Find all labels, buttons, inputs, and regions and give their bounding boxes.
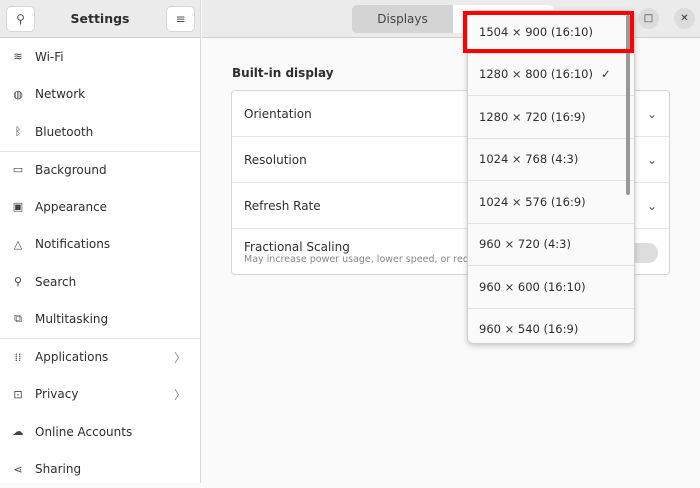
sidebar-item-search[interactable]: ⚲ Search (0, 263, 200, 301)
row-label: Fractional Scaling (244, 240, 350, 254)
hamburger-icon: ≡ (175, 12, 185, 26)
sidebar-item-multitasking[interactable]: ⧉ Multitasking (0, 301, 200, 339)
sidebar-item-applications[interactable]: ⁞⁞ Applications 〉 (0, 338, 200, 376)
maximize-button[interactable]: □ (638, 8, 659, 29)
resolution-option[interactable]: 1024 × 768 (4:3) (468, 139, 634, 182)
resolution-option[interactable]: 960 × 600 (16:10) (468, 266, 634, 309)
sidebar-item-appearance[interactable]: ▣ Appearance (0, 188, 200, 226)
multitasking-icon: ⧉ (11, 312, 25, 326)
sidebar-item-background[interactable]: ▭ Background (0, 151, 200, 189)
sidebar-item-online-accounts[interactable]: ☁ Online Accounts (0, 413, 200, 451)
cloud-icon: ☁ (11, 425, 25, 438)
resolution-option[interactable]: 960 × 720 (4:3) (468, 224, 634, 267)
option-label: 1024 × 576 (16:9) (479, 195, 586, 209)
tab-displays[interactable]: Displays (352, 5, 453, 33)
background-icon: ▭ (11, 163, 25, 176)
highlight-box (463, 11, 634, 53)
option-label: 1280 × 800 (16:10) (479, 67, 593, 81)
sidebar-item-label: Sharing (35, 462, 81, 476)
appearance-icon: ▣ (11, 200, 25, 213)
grid-icon: ⁞⁞ (11, 351, 25, 364)
bluetooth-icon: ᛒ (11, 125, 25, 138)
checkmark-icon: ✓ (601, 67, 611, 81)
sidebar-item-wi-fi[interactable]: ≋ Wi-Fi (0, 38, 200, 76)
option-label: 960 × 600 (16:10) (479, 280, 586, 294)
resolution-option[interactable]: 1280 × 800 (16:10) ✓ (468, 54, 634, 97)
chevron-down-icon: ⌄ (647, 199, 657, 213)
sidebar-item-label: Privacy (35, 387, 78, 401)
sidebar-item-label: Network (35, 87, 85, 101)
wifi-icon: ≋ (11, 50, 25, 63)
menu-button[interactable]: ≡ (166, 6, 195, 32)
resolution-popup: 1504 × 900 (16:10)1280 × 800 (16:10)✓128… (467, 10, 635, 344)
close-button[interactable]: ✕ (674, 8, 695, 29)
close-icon: ✕ (680, 13, 688, 24)
row-label: Refresh Rate (244, 199, 321, 213)
sidebar-item-label: Search (35, 275, 76, 289)
maximize-icon: □ (644, 13, 653, 24)
sidebar-item-label: Wi-Fi (35, 50, 64, 64)
chevron-down-icon: ⌄ (647, 107, 657, 121)
sidebar-item-notifications[interactable]: △ Notifications (0, 226, 200, 264)
chevron-right-icon: 〉 (174, 386, 186, 403)
sidebar-item-label: Multitasking (35, 312, 108, 326)
row-subtitle: May increase power usage, lower speed, o… (244, 254, 480, 265)
resolution-option[interactable]: 1280 × 720 (16:9) (468, 96, 634, 139)
share-icon: ⋖ (11, 463, 25, 476)
sidebar-item-sharing[interactable]: ⋖ Sharing (0, 451, 200, 488)
sidebar-item-privacy[interactable]: ⊡ Privacy 〉 (0, 376, 200, 414)
option-label: 960 × 720 (4:3) (479, 237, 571, 251)
row-label: Orientation (244, 107, 312, 121)
sidebar-item-label: Notifications (35, 237, 110, 251)
globe-icon: ◍ (11, 88, 25, 101)
sidebar-item-label: Bluetooth (35, 125, 93, 139)
sidebar-item-network[interactable]: ◍ Network (0, 76, 200, 114)
bell-icon: △ (11, 238, 25, 251)
sidebar-item-bluetooth[interactable]: ᛒ Bluetooth (0, 113, 200, 151)
option-label: 1280 × 720 (16:9) (479, 110, 586, 124)
section-title: Built-in display (232, 66, 334, 80)
sidebar-item-label: Appearance (35, 200, 107, 214)
resolution-option[interactable]: 1024 × 576 (16:9) (468, 181, 634, 224)
sidebar-header: ⚲ Settings ≡ (0, 0, 200, 38)
row-label: Resolution (244, 153, 307, 167)
sidebar-item-label: Online Accounts (35, 425, 132, 439)
option-label: 1024 × 768 (4:3) (479, 152, 578, 166)
search-icon: ⚲ (11, 275, 25, 288)
sidebar: ⚲ Settings ≡ ≋ Wi-Fi ◍ Network ᛒ Bluetooth ▭ Ba… (0, 0, 201, 483)
resolution-option[interactable]: 960 × 540 (16:9) (468, 309, 634, 345)
sidebar-item-label: Applications (35, 350, 108, 364)
lock-icon: ⊡ (11, 388, 25, 401)
sidebar-item-label: Background (35, 163, 107, 177)
option-label: 960 × 540 (16:9) (479, 322, 578, 336)
chevron-down-icon: ⌄ (647, 153, 657, 167)
chevron-right-icon: 〉 (174, 349, 186, 366)
